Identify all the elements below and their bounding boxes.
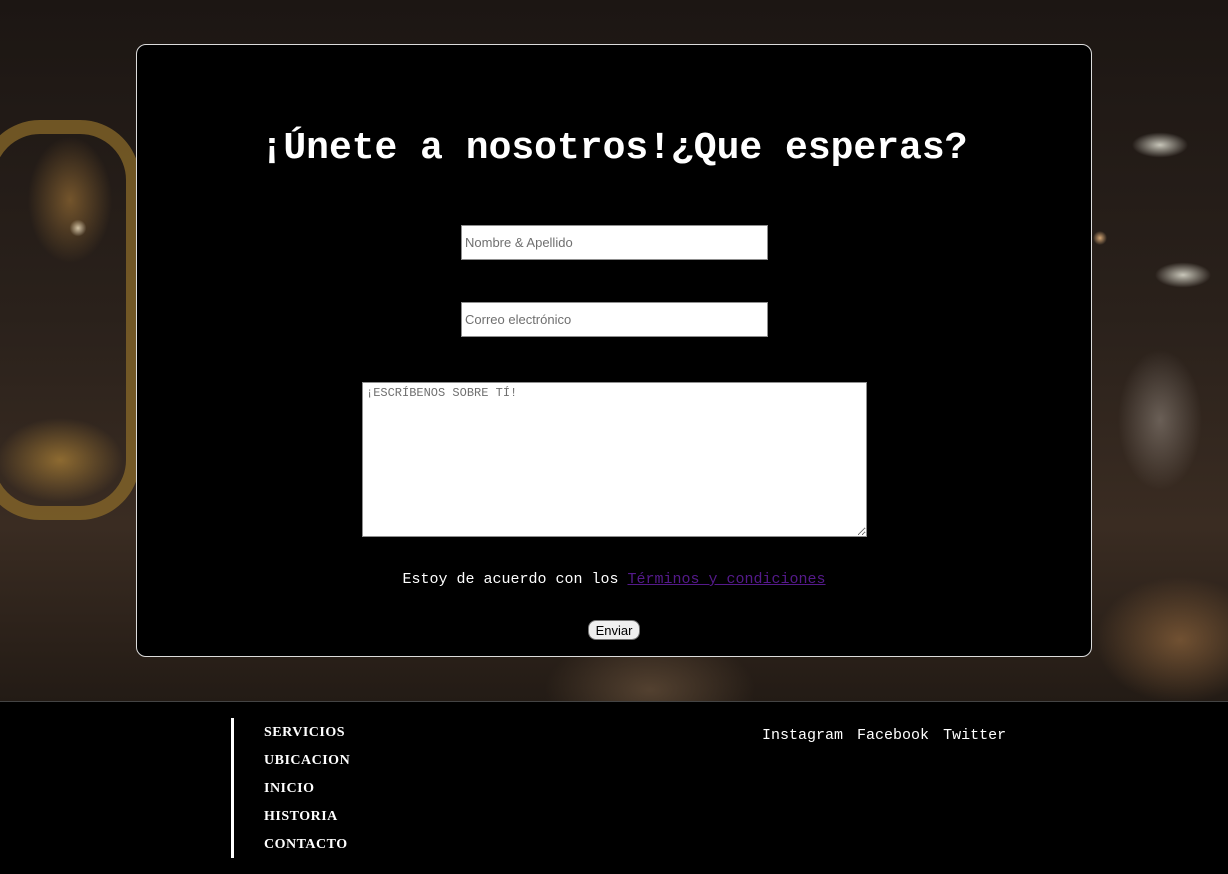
- submit-button[interactable]: Enviar: [588, 620, 640, 640]
- site-footer: SERVICIOS UBICACION INICIO HISTORIA CONT…: [0, 701, 1228, 874]
- social-links: Instagram Facebook Twitter: [762, 727, 1011, 744]
- mirror-frame-decoration: [0, 120, 140, 520]
- nav-link-servicios[interactable]: SERVICIOS: [264, 725, 345, 740]
- facebook-link[interactable]: Facebook: [857, 727, 929, 744]
- footer-divider: [231, 718, 234, 858]
- terms-line: Estoy de acuerdo con los Términos y cond…: [137, 571, 1091, 589]
- page-title: ¡Únete a nosotros!¿Que esperas?: [260, 127, 968, 170]
- signup-card: ¡Únete a nosotros!¿Que esperas? Estoy de…: [136, 44, 1092, 657]
- nav-link-inicio[interactable]: INICIO: [264, 781, 314, 796]
- nav-link-historia[interactable]: HISTORIA: [264, 809, 338, 824]
- footer-nav-item: UBICACION: [264, 750, 350, 778]
- twitter-link[interactable]: Twitter: [943, 727, 1006, 744]
- footer-nav-item: SERVICIOS: [264, 722, 350, 750]
- footer-nav: SERVICIOS UBICACION INICIO HISTORIA CONT…: [264, 722, 350, 862]
- instagram-link[interactable]: Instagram: [762, 727, 843, 744]
- terms-text: Estoy de acuerdo con los: [402, 571, 619, 588]
- nav-link-ubicacion[interactable]: UBICACION: [264, 753, 350, 768]
- nav-link-contacto[interactable]: CONTACTO: [264, 837, 348, 852]
- terms-link[interactable]: Términos y condiciones: [628, 571, 826, 588]
- footer-nav-item: CONTACTO: [264, 834, 350, 862]
- footer-nav-item: INICIO: [264, 778, 350, 806]
- name-input[interactable]: [461, 225, 768, 260]
- footer-nav-item: HISTORIA: [264, 806, 350, 834]
- about-textarea[interactable]: [362, 382, 867, 537]
- email-input[interactable]: [461, 302, 768, 337]
